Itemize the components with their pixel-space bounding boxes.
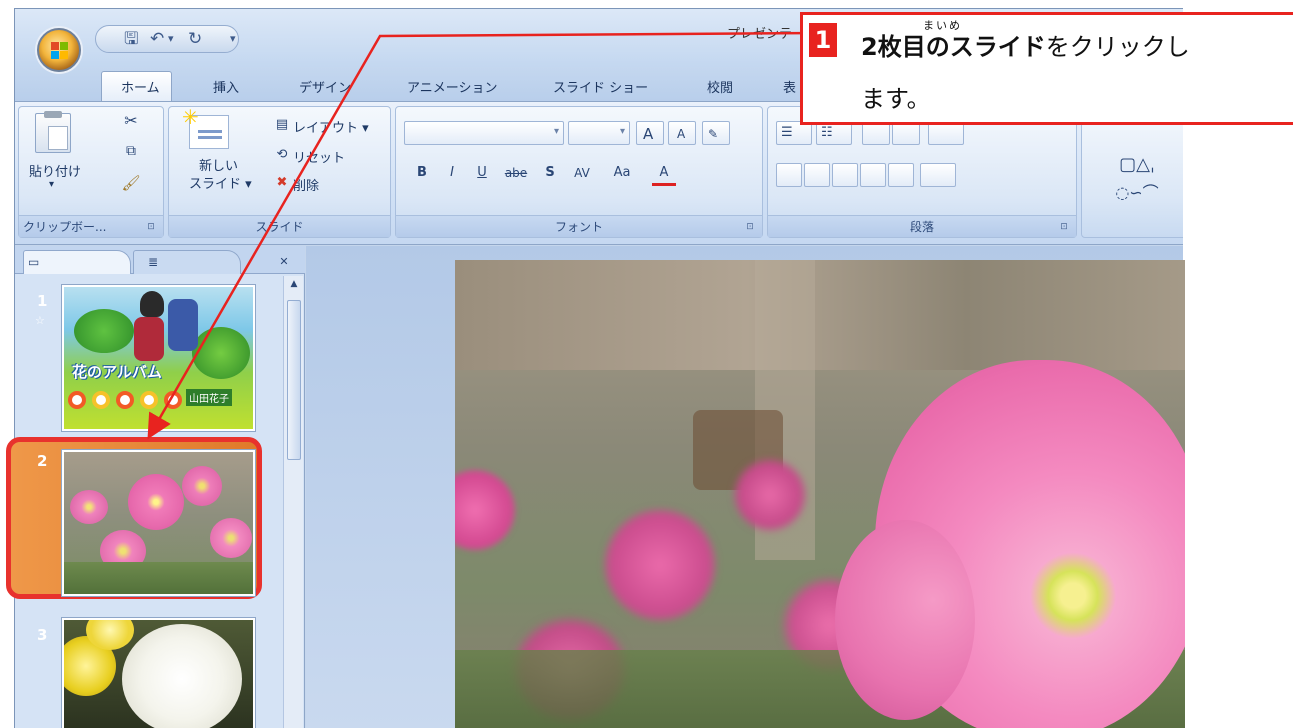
- instruction-line-1: 2枚目のスライドをクリックし: [861, 25, 1190, 69]
- instruction-normal-part: をクリックし: [1045, 33, 1190, 61]
- instruction-line-2: ます。: [861, 85, 931, 113]
- instruction-bold-part: 2枚目のスライド: [861, 33, 1046, 61]
- screenshot-root: 🖫 ↶ ▾ ↻ ▾ プレゼンテ ホーム 挿入 デザイン アニメーション スライド…: [0, 0, 1293, 728]
- step-number-badge: 1: [809, 23, 837, 57]
- instruction-callout: 1 まいめ 2枚目のスライドをクリックし ます。: [800, 12, 1293, 125]
